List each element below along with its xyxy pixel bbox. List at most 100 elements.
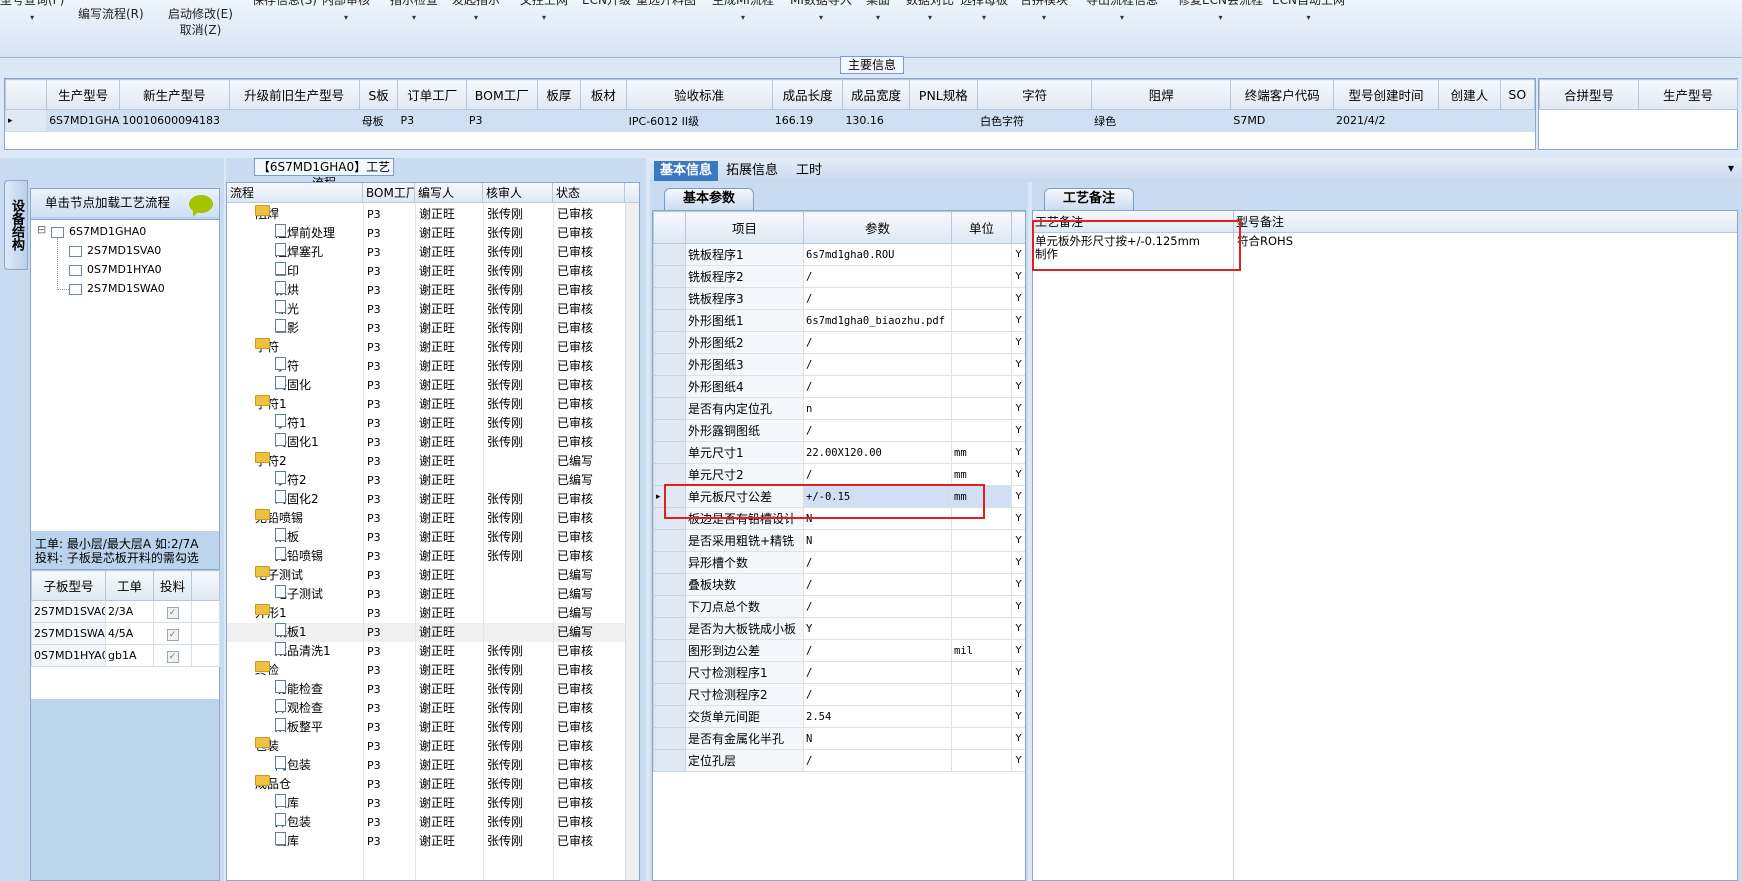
feed-cell[interactable]: ✓ <box>153 644 192 667</box>
toolbar-button[interactable]: 修复ECN会流程 ▾ <box>1178 0 1263 48</box>
sub-cell-model[interactable]: 2S7MD1SVA0 <box>31 600 106 623</box>
row-indicator[interactable] <box>653 507 686 530</box>
process-row[interactable]: 外形1 P3 谢正旺 已编写 <box>227 604 627 623</box>
basic-param-cell[interactable]: 2.54 <box>803 705 952 728</box>
table-row[interactable]: 尺寸检测程序1/ Y <box>653 661 1025 684</box>
process-column-header[interactable]: 编写人 <box>415 183 483 203</box>
row-indicator[interactable] <box>653 243 686 266</box>
basic-param-cell[interactable]: / <box>803 749 952 772</box>
table-row[interactable]: 是否有内定位孔 n Y <box>653 397 1025 420</box>
basic-param-cell[interactable]: N <box>803 529 952 552</box>
tree-node[interactable]: 2S7MD1SWA0 <box>69 281 165 297</box>
node-checkbox-icon[interactable] <box>69 264 82 276</box>
basic-param-cell[interactable]: / <box>803 265 952 288</box>
table-cell[interactable] <box>228 109 360 132</box>
row-indicator[interactable] <box>653 331 686 354</box>
table-row[interactable]: 铣板程序1 6s7md1gha0.ROU Y <box>653 243 1025 266</box>
basic-param-cell[interactable]: Y <box>803 617 952 640</box>
toolbar-button[interactable]: 数据对比 ▾ <box>906 0 954 48</box>
basic-param-cell[interactable]: / <box>803 661 952 684</box>
process-row[interactable]: 字符P3谢正旺张传刚已审核 <box>227 357 627 376</box>
table-row[interactable]: 2S7MD1SWA0 4/5A ✓ <box>31 622 220 645</box>
chevron-down-icon[interactable]: ▾ <box>1728 161 1734 175</box>
row-indicator[interactable] <box>653 595 686 618</box>
chevron-down-icon[interactable]: ▾ <box>960 10 1008 26</box>
process-column-header[interactable]: BOM工厂 <box>363 183 415 203</box>
chevron-down-icon[interactable]: ▾ <box>1178 10 1263 26</box>
toolbar-button[interactable]: 编写流程(R) <box>78 6 144 62</box>
process-column-header[interactable]: 流程 <box>227 183 363 203</box>
process-row[interactable]: 字符1 P3 谢正旺 张传刚 已审核 <box>227 414 627 433</box>
basic-param-cell[interactable]: N <box>803 507 952 530</box>
column-header[interactable]: 创建人 <box>1438 79 1501 110</box>
toolbar-button[interactable]: 文控上网 ▾ <box>520 0 568 48</box>
toolbar-button[interactable]: 内部审核 ▾ <box>322 0 370 48</box>
board-tree[interactable]: ⊟ 6S7MD1GHA0 2S7MD1SVA0 0S7MD1HYA0 2S7MD1SWA… <box>31 219 219 531</box>
tree-node[interactable]: 0S7MD1HYA0 <box>69 262 162 278</box>
row-indicator[interactable] <box>653 683 686 706</box>
sub-column-header[interactable]: 工单 <box>105 570 154 601</box>
table-row[interactable]: 异形槽个数 / Y <box>653 551 1025 574</box>
row-indicator[interactable] <box>653 749 686 772</box>
process-row[interactable]: 丝印 P3 谢正旺 张传刚 已审核 <box>227 262 627 281</box>
table-cell[interactable] <box>908 109 979 132</box>
process-grid[interactable]: 流程BOM工厂编写人核审人状态 阻焊P3谢正旺张传刚已审核阻焊前处理P3谢正旺张… <box>226 182 640 881</box>
chevron-down-icon[interactable]: ▾ <box>906 10 954 26</box>
merge-column-header[interactable]: 生产型号 <box>1638 79 1738 110</box>
table-row[interactable]: 叠板块数 / Y <box>653 573 1025 596</box>
chevron-down-icon[interactable]: ▾ <box>520 10 568 26</box>
process-row[interactable]: 外包装 P3 谢正旺 张传刚 已审核 <box>227 813 627 832</box>
process-row[interactable]: 电子测试 P3 谢正旺 已编写 <box>227 566 627 585</box>
column-header[interactable]: 订单工厂 <box>397 79 467 110</box>
row-indicator[interactable] <box>653 639 686 662</box>
table-cell[interactable] <box>580 109 627 132</box>
process-row[interactable]: 字符P3谢正旺张传刚已审核 <box>227 338 627 357</box>
column-header[interactable]: 型号创建时间 <box>1333 79 1440 110</box>
toolbar-button[interactable]: 启动修改(E) 取消(Z) <box>168 6 233 62</box>
basic-column-header[interactable]: 参数 <box>803 211 952 244</box>
toolbar-button[interactable]: 型号查询(F) ▾ <box>0 0 64 48</box>
model-remark-text[interactable]: 符合ROHS <box>1237 235 1637 248</box>
tab-board-structure[interactable]: 设备结构 <box>4 180 28 270</box>
table-row[interactable]: 交货单元间距 2.54 Y <box>653 705 1025 728</box>
row-indicator[interactable] <box>653 463 686 486</box>
process-row[interactable]: 字符1 P3 谢正旺 张传刚 已审核 <box>227 395 627 414</box>
basic-param-cell[interactable]: / <box>803 595 952 618</box>
basic-param-cell[interactable]: / <box>803 287 952 310</box>
process-row[interactable]: 入库 P3 谢正旺 张传刚 已审核 <box>227 794 627 813</box>
column-header[interactable]: BOM工厂 <box>465 79 538 110</box>
row-indicator[interactable] <box>653 309 686 332</box>
basic-param-cell[interactable]: / <box>803 331 952 354</box>
table-row[interactable]: 是否采用粗铣+精铣 N Y <box>653 529 1025 552</box>
row-indicator[interactable] <box>653 617 686 640</box>
process-remark-text[interactable]: 单元板外形尺寸按+/-0.125mm制作 <box>1035 235 1210 261</box>
column-header[interactable]: S板 <box>358 79 399 110</box>
chevron-down-icon[interactable]: ▾ <box>0 10 64 26</box>
table-row[interactable]: 外形图纸1 6s7md1gha0_biaozhu.pdf Y <box>653 309 1025 332</box>
process-row[interactable]: 显影 P3 谢正旺 张传刚 已审核 <box>227 319 627 338</box>
row-indicator[interactable] <box>653 573 686 596</box>
node-checkbox-icon[interactable] <box>69 283 82 295</box>
merge-column-header[interactable]: 合拼型号 <box>1539 79 1639 110</box>
table-row[interactable]: 外形露铜图纸 / Y <box>653 419 1025 442</box>
basic-param-cell[interactable]: / <box>803 639 952 662</box>
process-row[interactable]: 烘板整平 P3 谢正旺 张传刚 已审核 <box>227 718 627 737</box>
column-header[interactable]: 成品宽度 <box>842 79 910 110</box>
table-row[interactable]: 铣板程序3/ Y <box>653 287 1025 310</box>
process-row[interactable]: 包装 P3 谢正旺 张传刚 已审核 <box>227 737 627 756</box>
table-cell[interactable]: 白色字符 <box>977 109 1093 132</box>
column-header[interactable]: 板材 <box>580 79 627 110</box>
node-checkbox-icon[interactable] <box>69 245 82 257</box>
table-cell[interactable]: P3 <box>465 109 538 132</box>
table-row[interactable]: 是否有金属化半孔 N Y <box>653 727 1025 750</box>
sub-cell-order[interactable]: 2/3A <box>105 600 154 623</box>
main-info-grid[interactable]: 生产型号 新生产型号 升级前旧生产型号 S板 订单工厂 BOM工厂 板厚 板材 验收标准 成品长度… <box>4 78 1536 150</box>
process-row[interactable]: 终固化1 P3 谢正旺 张传刚 已审核 <box>227 433 627 452</box>
basic-column-header[interactable]: 单位 <box>951 211 1012 244</box>
basic-param-cell[interactable]: 6s7md1gha0.ROU <box>803 243 952 266</box>
basic-param-cell[interactable]: N <box>803 727 952 750</box>
tab-basic-params[interactable]: 基本参数 <box>664 188 754 210</box>
table-row[interactable]: 定位孔层 / Y <box>653 749 1025 772</box>
chevron-down-icon[interactable]: ▾ <box>1272 10 1345 26</box>
process-row[interactable]: 终固化2 P3 谢正旺 张传刚 已审核 <box>227 490 627 509</box>
